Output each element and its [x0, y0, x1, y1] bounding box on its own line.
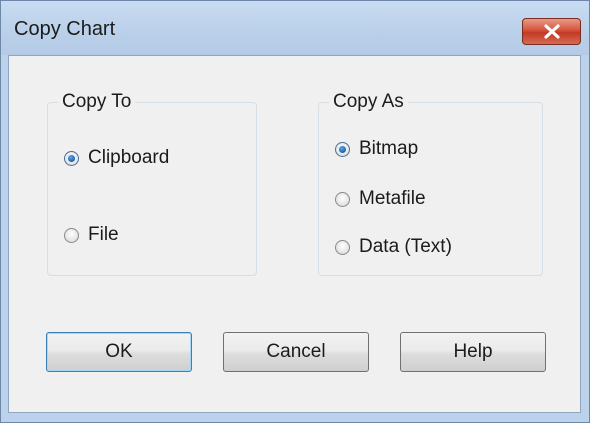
file-radio-button[interactable]: [64, 227, 79, 243]
radio-clipboard[interactable]: Clipboard: [64, 147, 169, 169]
clipboard-radio-button[interactable]: [64, 150, 79, 166]
bitmap-label: Bitmap: [359, 138, 419, 159]
copy-to-group-title: Copy To: [58, 91, 136, 113]
copy-as-group: Copy As Bitmap Metafile Data (Text): [318, 91, 543, 276]
ok-button[interactable]: OK: [46, 332, 192, 372]
help-button[interactable]: Help: [400, 332, 546, 372]
metafile-label: Metafile: [359, 188, 426, 209]
window-title: Copy Chart: [14, 18, 116, 40]
close-icon: [544, 24, 560, 39]
cancel-button[interactable]: Cancel: [223, 332, 369, 372]
copy-as-group-title: Copy As: [329, 91, 408, 113]
copy-to-group: Copy To Clipboard File: [47, 91, 257, 276]
clipboard-label: Clipboard: [88, 147, 170, 168]
bitmap-radio-button[interactable]: [335, 141, 350, 157]
data-text-radio-button[interactable]: [335, 239, 350, 255]
radio-metafile[interactable]: Metafile: [335, 188, 426, 210]
metafile-radio-button[interactable]: [335, 191, 350, 207]
file-label: File: [88, 224, 119, 245]
radio-data-text[interactable]: Data (Text): [335, 236, 452, 258]
close-button[interactable]: [522, 18, 581, 45]
data-text-label: Data (Text): [359, 236, 452, 257]
radio-file[interactable]: File: [64, 224, 119, 246]
dialog-body: Copy To Clipboard File Copy As Bitmap Me…: [8, 55, 581, 413]
copy-chart-dialog: Copy Chart Copy To Clipboard File Copy A…: [0, 0, 590, 423]
radio-bitmap[interactable]: Bitmap: [335, 138, 418, 160]
title-bar[interactable]: Copy Chart: [1, 1, 589, 55]
